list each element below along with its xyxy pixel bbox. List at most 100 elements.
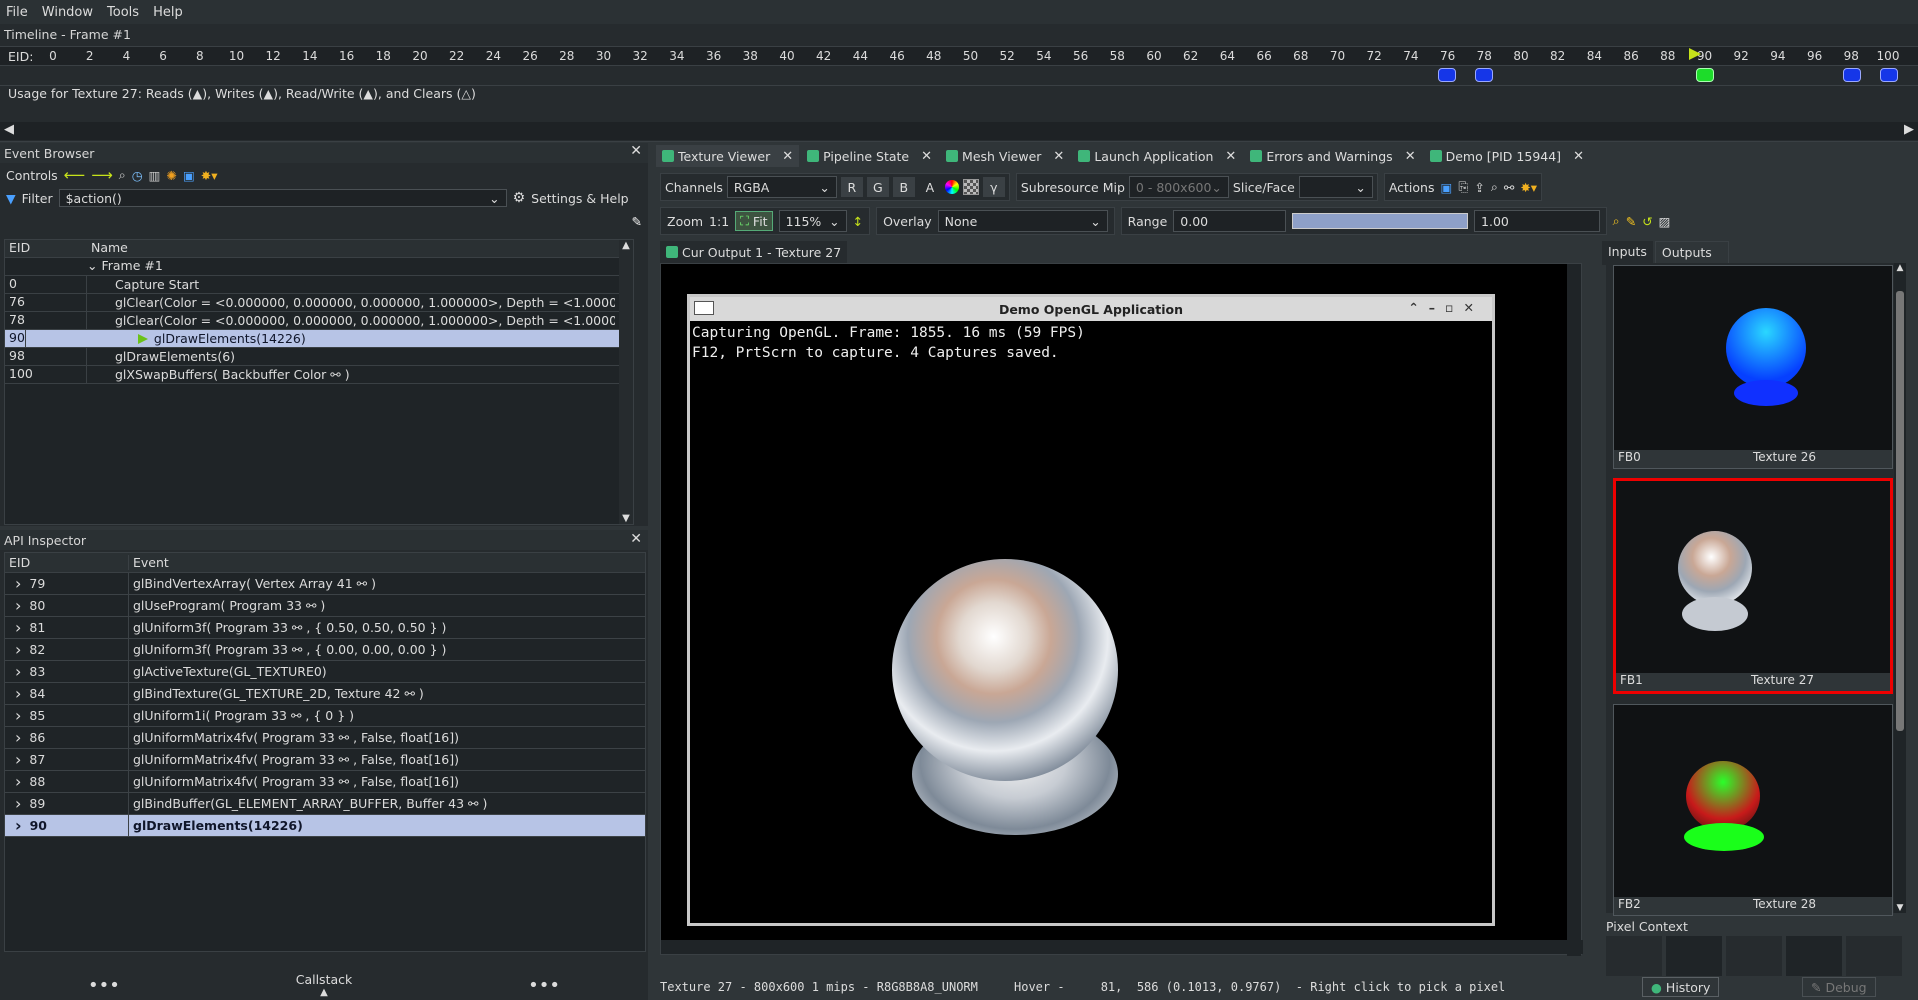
event-row[interactable]: 100 glXSwapBuffers( Backbuffer Color ⚯ ) (5, 366, 633, 384)
debug-button[interactable]: ✎ Debug (1802, 977, 1876, 997)
event-row[interactable]: 90 glDrawElements(14226) (5, 330, 633, 348)
thumb-fb0[interactable]: FB0 Texture 26 (1613, 265, 1893, 469)
zoom-1to1-button[interactable]: 1:1 (709, 214, 729, 229)
more-left-icon[interactable]: ••• (88, 975, 120, 996)
chevron-right-icon[interactable]: › (15, 574, 21, 593)
main-tab[interactable]: Errors and Warnings ✕ (1244, 145, 1421, 167)
chevron-right-icon[interactable]: › (15, 794, 21, 813)
col-eid-header[interactable]: EID (5, 240, 87, 257)
range-slider[interactable] (1292, 213, 1469, 229)
link-icon[interactable]: ⚯ (1504, 180, 1514, 195)
menu-window[interactable]: Window (42, 5, 93, 20)
main-tab[interactable]: Launch Application ✕ (1072, 145, 1242, 167)
close-icon[interactable]: ✕ (782, 149, 793, 164)
api-row[interactable]: › 81 glUniform3f( Program 33 ⚯ , { 0.50, 0… (5, 617, 645, 639)
event-scrollbar[interactable]: ▲ ▼ (619, 240, 633, 524)
copy-icon[interactable]: ⎘ (1458, 179, 1468, 195)
api-row[interactable]: › 85 glUniform1i( Program 33 ⚯ , { 0 } ) (5, 705, 645, 727)
menu-help[interactable]: Help (153, 5, 183, 20)
thumb-fb1[interactable]: FB1 Texture 27 (1613, 478, 1893, 694)
expand-up-icon[interactable]: ▲ (320, 987, 328, 998)
filter-input[interactable]: $action() ⌄ (58, 189, 507, 207)
binoculars-icon[interactable]: ⌕ (119, 167, 126, 183)
histogram-icon[interactable]: ▨ (1659, 214, 1671, 229)
main-tab[interactable]: Texture Viewer ✕ (656, 145, 800, 167)
stats-icon[interactable]: ▥ (149, 168, 161, 183)
next-arrow-icon[interactable]: ⟶ (91, 166, 113, 184)
save-icon[interactable]: ▣ (183, 168, 195, 183)
chevron-right-icon[interactable]: › (15, 706, 21, 725)
scroll-left-icon[interactable]: ◀ (4, 122, 14, 137)
reset-icon[interactable]: ↺ (1642, 214, 1652, 229)
chevron-right-icon[interactable]: › (15, 618, 21, 637)
settings-gear-icon[interactable]: ⚙ (513, 190, 526, 206)
save-icon[interactable]: ▣ (1441, 180, 1453, 195)
viewer-vscroll[interactable] (1567, 264, 1581, 956)
event-row[interactable]: 0 Capture Start (5, 276, 633, 294)
event-row[interactable]: 78 glClear(Color = <0.000000, 0.000000, 0… (5, 312, 633, 330)
picker-icon[interactable]: ✎ (1626, 214, 1636, 229)
chevron-right-icon[interactable]: › (15, 662, 21, 681)
api-row[interactable]: › 82 glUniform3f( Program 33 ⚯ , { 0.00, 0… (5, 639, 645, 661)
channel-r-button[interactable]: R (840, 177, 863, 197)
outputs-tab[interactable]: Outputs (1654, 241, 1729, 265)
close-icon[interactable]: ✕ (1225, 149, 1236, 164)
settings-help-button[interactable]: Settings & Help (531, 191, 628, 206)
fit-button[interactable]: ⛶ Fit (735, 211, 773, 231)
col-name-header[interactable]: Name (87, 240, 128, 257)
close-icon[interactable]: ✕ (630, 143, 642, 159)
main-tab[interactable]: Pipeline State ✕ (801, 145, 938, 167)
api-row[interactable]: › 84 glBindTexture(GL_TEXTURE_2D, Texture … (5, 683, 645, 705)
open-icon[interactable]: ⇪ (1474, 180, 1484, 195)
marker-100[interactable] (1880, 68, 1898, 82)
channel-g-button[interactable]: G (866, 177, 889, 197)
zoom-select[interactable]: 115% ⌄ (778, 210, 847, 232)
thumb-scrollbar[interactable]: ▲ ▼ (1894, 263, 1906, 913)
api-row[interactable]: › 86 glUniformMatrix4fv( Program 33 ⚯ , Fa… (5, 727, 645, 749)
bookmark-star-icon[interactable]: ✸▾ (201, 168, 218, 183)
api-row[interactable]: › 90 glDrawElements(14226) (5, 815, 645, 837)
chevron-right-icon[interactable]: › (15, 816, 22, 835)
range-min-input[interactable]: 0.00 (1173, 210, 1287, 232)
scroll-right-icon[interactable]: ▶ (1904, 122, 1914, 137)
api-row[interactable]: › 89 glBindBuffer(GL_ELEMENT_ARRAY_BUFFER,… (5, 793, 645, 815)
main-tab[interactable]: Demo [PID 15944] ✕ (1424, 145, 1590, 167)
main-tab[interactable]: Mesh Viewer ✕ (940, 145, 1070, 167)
marker-98[interactable] (1843, 68, 1861, 82)
api-row[interactable]: › 87 glUniformMatrix4fv( Program 33 ⚯ , Fa… (5, 749, 645, 771)
callstack-label[interactable]: Callstack (296, 972, 353, 987)
chevron-right-icon[interactable]: › (15, 772, 21, 791)
timeline-scrollbar[interactable]: ◀ ▶ (0, 122, 1918, 140)
event-row[interactable]: 98 glDrawElements(6) (5, 348, 633, 366)
chevron-right-icon[interactable]: › (15, 728, 21, 747)
export-icon[interactable]: ✎ (632, 214, 642, 229)
output-tab[interactable]: Cur Output 1 - Texture 27 (660, 241, 848, 263)
binoculars-icon[interactable]: ⌕ (1491, 179, 1498, 195)
close-icon[interactable]: ✕ (1573, 149, 1584, 164)
flip-vertical-icon[interactable]: ↕ (853, 214, 863, 229)
channel-a-button[interactable]: A (919, 177, 941, 197)
range-max-input[interactable]: 1.00 (1474, 210, 1600, 232)
chevron-right-icon[interactable]: › (15, 640, 21, 659)
channels-select[interactable]: RGBA ⌄ (726, 176, 837, 198)
color-wheel-icon[interactable] (944, 180, 959, 194)
history-button[interactable]: ● History (1642, 977, 1720, 997)
col-eid-header[interactable]: EID (5, 555, 129, 570)
api-row[interactable]: › 83 glActiveTexture(GL_TEXTURE0) (5, 661, 645, 683)
thumb-fb2[interactable]: FB2 Texture 28 (1613, 704, 1893, 916)
menu-tools[interactable]: Tools (107, 5, 139, 20)
chevron-right-icon[interactable]: › (15, 684, 21, 703)
close-icon[interactable]: ✕ (1053, 149, 1064, 164)
chevron-right-icon[interactable]: › (15, 750, 21, 769)
mip-select[interactable]: 0 - 800x600 ⌄ (1128, 176, 1229, 198)
zoom-search-icon[interactable]: ⌕ (1613, 213, 1620, 229)
prev-arrow-icon[interactable]: ⟵ (64, 166, 86, 184)
col-event-header[interactable]: Event (129, 555, 169, 570)
close-icon[interactable]: ✕ (921, 149, 932, 164)
clock-icon[interactable]: ◷ (132, 168, 143, 183)
event-row[interactable]: 76 glClear(Color = <0.000000, 0.000000, 0… (5, 294, 633, 312)
checkerboard-icon[interactable] (962, 179, 979, 195)
marker-76[interactable] (1438, 68, 1456, 82)
gear-orange-icon[interactable]: ✺ (166, 168, 176, 183)
close-icon[interactable]: ✕ (1405, 149, 1416, 164)
